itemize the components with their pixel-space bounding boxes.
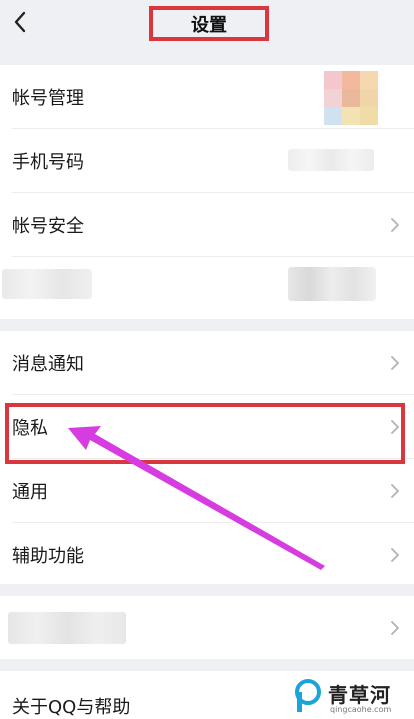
watermark-name: 青草河 bbox=[328, 683, 391, 707]
qingcaohe-logo-icon bbox=[295, 679, 321, 712]
watermark-domain: qingcaohe.com bbox=[330, 705, 392, 714]
pointer-arrow bbox=[68, 426, 325, 570]
watermark: 青草河 qingcaohe.com bbox=[288, 673, 414, 719]
